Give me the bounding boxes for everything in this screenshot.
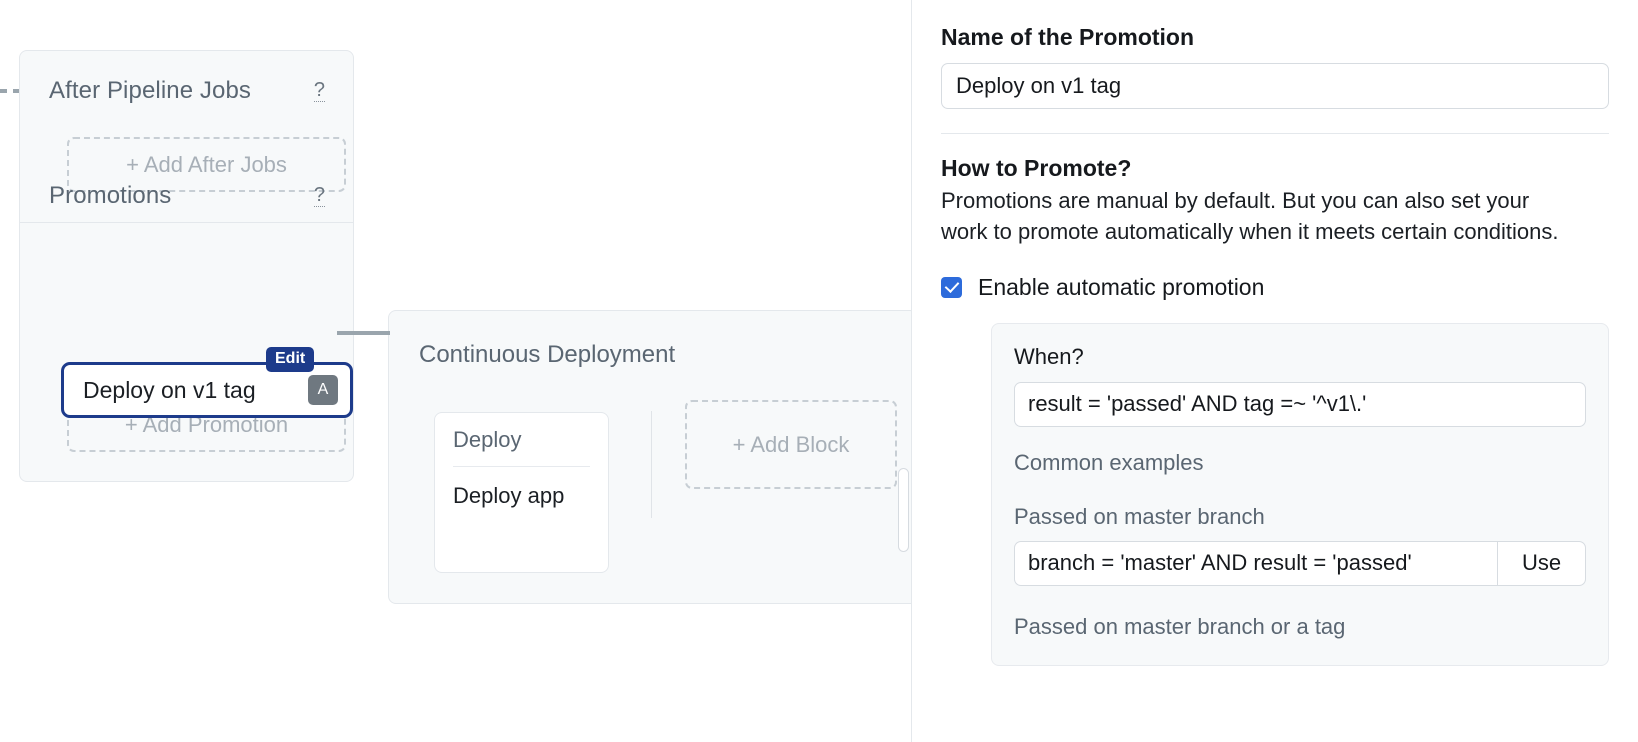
after-pipeline-jobs-section: After Pipeline Jobs ? — [20, 79, 353, 103]
canvas-vertical-scrollbar[interactable] — [898, 468, 909, 552]
add-block-label: + Add Block — [732, 431, 850, 457]
card-section-divider — [20, 222, 353, 223]
promotions-title: Promotions — [49, 182, 172, 209]
example-value-input-0[interactable] — [1014, 540, 1497, 586]
when-label: When? — [1014, 343, 1084, 369]
promotion-name-input[interactable] — [941, 63, 1609, 110]
job-card-deploy[interactable]: Deploy Deploy app — [434, 412, 609, 573]
promotions-section: Promotions ? — [20, 184, 353, 208]
sidebar-divider — [941, 133, 1609, 135]
pipeline-canvas[interactable]: After Pipeline Jobs ? + Add After Jobs P… — [0, 0, 911, 742]
add-after-jobs-label: + Add After Jobs — [126, 151, 287, 177]
how-to-promote-description: Promotions are manual by default. But yo… — [941, 188, 1559, 244]
checkbox-checked-icon[interactable] — [941, 276, 962, 298]
after-jobs-title: After Pipeline Jobs — [49, 77, 252, 104]
help-icon[interactable]: ? — [313, 185, 325, 207]
job-card-divider — [453, 466, 590, 467]
example-name-0: Passed on master branch — [1014, 503, 1265, 529]
promotion-settings-sidebar: Name of the Promotion How to Promote? Pr… — [911, 0, 1638, 742]
job-card-name: Deploy — [453, 427, 522, 452]
help-icon[interactable]: ? — [313, 80, 325, 102]
use-example-button-0[interactable]: Use — [1497, 540, 1586, 586]
example-row-0: Use — [1014, 540, 1586, 586]
job-card-task: Deploy app — [453, 483, 565, 508]
pipeline-block-title: Continuous Deployment — [419, 341, 676, 368]
pipeline-block-continuous-deployment[interactable]: Continuous Deployment Deploy Deploy app … — [388, 310, 911, 604]
promotion-to-block-connector — [337, 331, 390, 335]
app-root: After Pipeline Jobs ? + Add After Jobs P… — [0, 0, 1638, 742]
when-condition-input[interactable] — [1014, 381, 1586, 427]
promotion-name-label: Name of the Promotion — [941, 24, 1195, 50]
enable-automatic-promotion-row[interactable]: Enable automatic promotion — [941, 274, 1609, 301]
how-to-promote-heading: How to Promote? — [941, 155, 1132, 182]
when-condition-panel: When? Common examples Passed on master b… — [991, 322, 1609, 666]
example-name-1: Passed on master branch or a tag — [1014, 613, 1346, 639]
enable-automatic-promotion-label: Enable automatic promotion — [978, 273, 1265, 300]
automatic-promotion-badge: A — [308, 375, 338, 405]
promotions-header: Promotions ? — [20, 184, 353, 208]
sidebar-content: Name of the Promotion How to Promote? Pr… — [912, 24, 1638, 666]
common-examples-title: Common examples — [1014, 449, 1204, 475]
edit-badge[interactable]: Edit — [266, 347, 315, 372]
after-jobs-and-promotions-card: After Pipeline Jobs ? + Add After Jobs P… — [19, 50, 354, 482]
block-vertical-divider — [651, 411, 652, 518]
add-block-button[interactable]: + Add Block — [685, 400, 897, 489]
promotion-item-label: Deploy on v1 tag — [83, 376, 256, 403]
after-jobs-header: After Pipeline Jobs ? — [20, 79, 353, 103]
